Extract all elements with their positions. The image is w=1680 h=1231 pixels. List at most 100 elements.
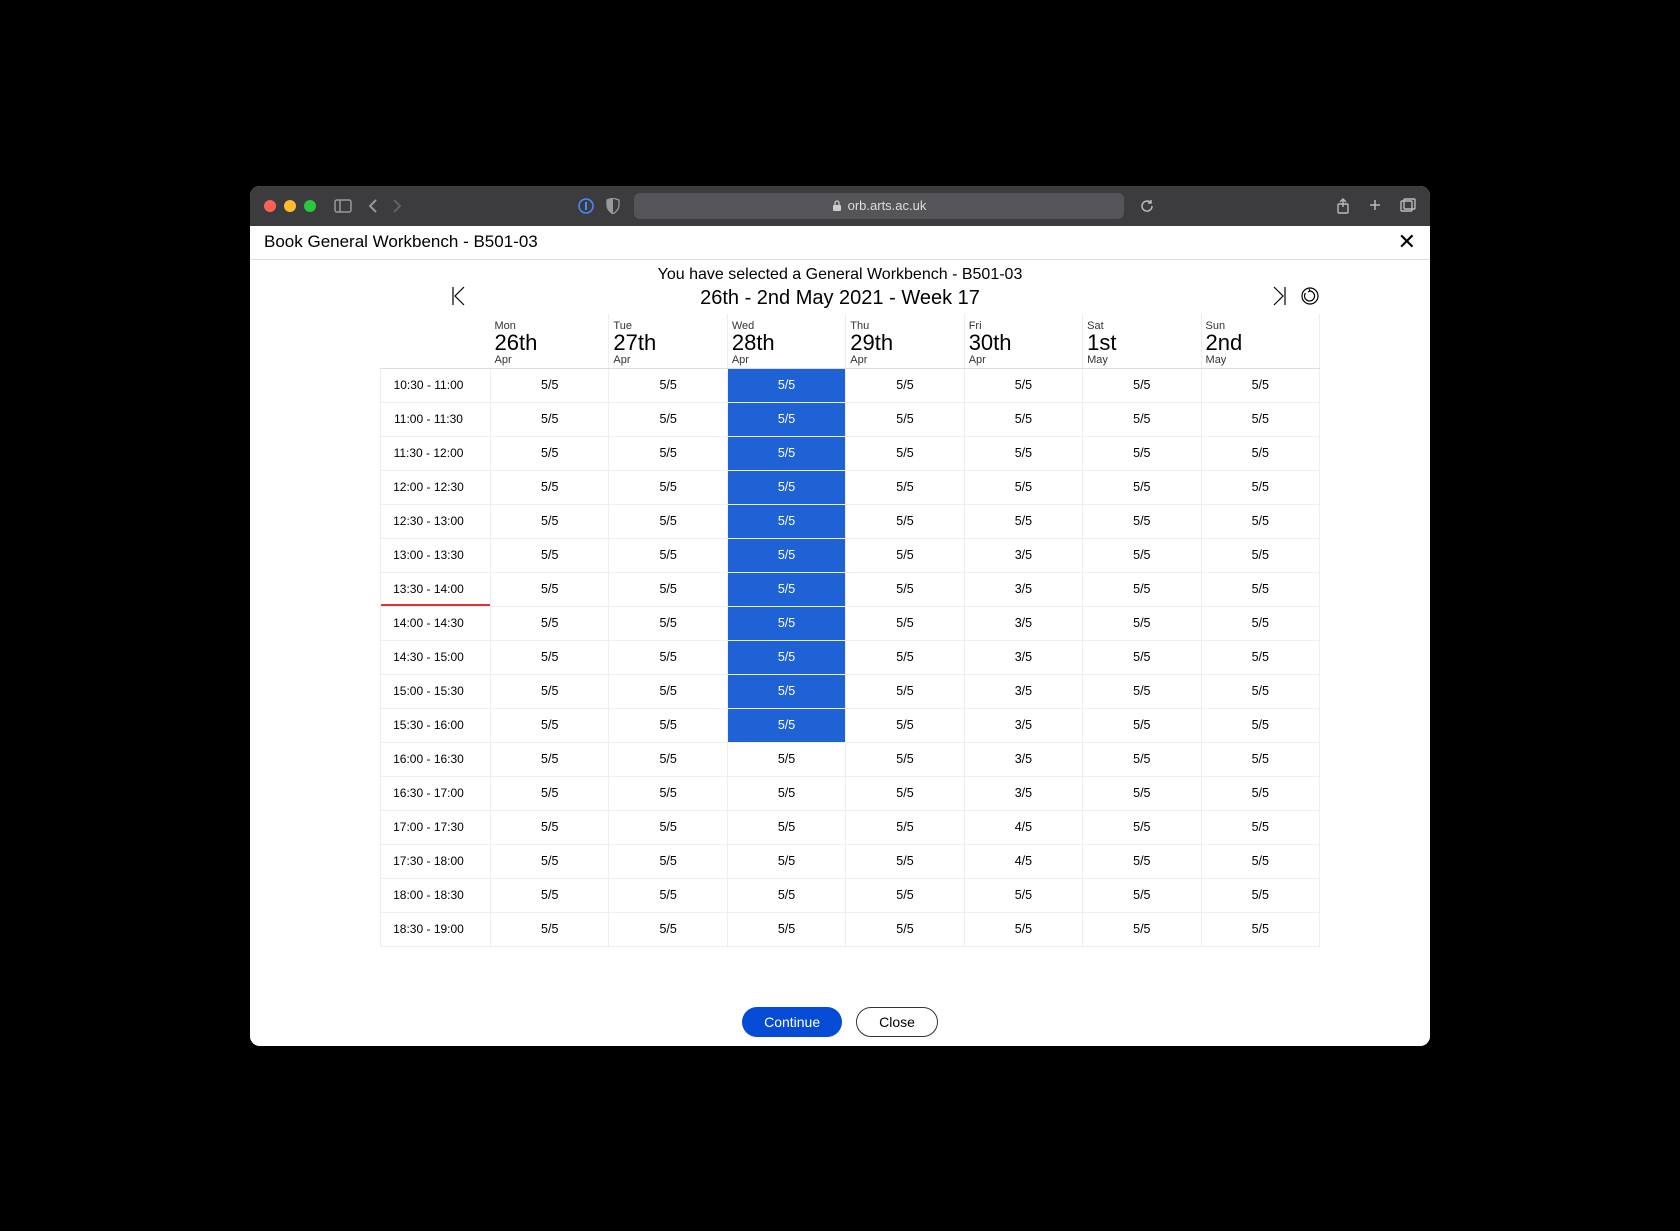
slot-cell[interactable]: 5/5 — [1083, 742, 1201, 776]
tabs-overview-icon[interactable] — [1400, 198, 1416, 214]
slot-cell[interactable]: 5/5 — [846, 844, 964, 878]
slot-cell[interactable]: 5/5 — [846, 538, 964, 572]
slot-cell[interactable]: 5/5 — [727, 844, 845, 878]
slot-cell[interactable]: 5/5 — [491, 538, 609, 572]
back-icon[interactable] — [368, 199, 378, 213]
slot-cell[interactable]: 5/5 — [1201, 436, 1319, 470]
slot-cell[interactable]: 5/5 — [1083, 810, 1201, 844]
slot-cell[interactable]: 5/5 — [609, 504, 727, 538]
slot-cell[interactable]: 5/5 — [1201, 844, 1319, 878]
slot-cell[interactable]: 5/5 — [846, 742, 964, 776]
slot-cell[interactable]: 5/5 — [846, 878, 964, 912]
slot-cell[interactable]: 5/5 — [491, 878, 609, 912]
slot-cell[interactable]: 5/5 — [609, 674, 727, 708]
slot-cell[interactable]: 5/5 — [1201, 606, 1319, 640]
slot-cell[interactable]: 5/5 — [491, 572, 609, 606]
slot-cell[interactable]: 5/5 — [491, 810, 609, 844]
slot-cell[interactable]: 5/5 — [846, 402, 964, 436]
slot-cell[interactable]: 5/5 — [1201, 674, 1319, 708]
slot-cell[interactable]: 5/5 — [846, 606, 964, 640]
refresh-icon[interactable] — [1300, 286, 1320, 311]
privacy-shield-icon[interactable] — [606, 198, 626, 214]
slot-cell[interactable]: 5/5 — [727, 640, 845, 674]
slot-cell[interactable]: 5/5 — [1201, 470, 1319, 504]
slot-cell[interactable]: 5/5 — [727, 810, 845, 844]
slot-cell[interactable]: 5/5 — [727, 606, 845, 640]
slot-cell[interactable]: 5/5 — [1083, 368, 1201, 402]
slot-cell[interactable]: 5/5 — [491, 606, 609, 640]
slot-cell[interactable]: 5/5 — [491, 436, 609, 470]
slot-cell[interactable]: 3/5 — [964, 572, 1082, 606]
maximize-window-icon[interactable] — [304, 200, 316, 212]
slot-cell[interactable]: 5/5 — [609, 436, 727, 470]
slot-cell[interactable]: 5/5 — [846, 470, 964, 504]
slot-cell[interactable]: 5/5 — [1201, 708, 1319, 742]
slot-cell[interactable]: 5/5 — [1083, 504, 1201, 538]
slot-cell[interactable]: 5/5 — [1201, 776, 1319, 810]
slot-cell[interactable]: 5/5 — [846, 776, 964, 810]
slot-cell[interactable]: 3/5 — [964, 708, 1082, 742]
slot-cell[interactable]: 5/5 — [609, 572, 727, 606]
slot-cell[interactable]: 5/5 — [964, 504, 1082, 538]
slot-cell[interactable]: 5/5 — [609, 742, 727, 776]
slot-cell[interactable]: 5/5 — [727, 912, 845, 946]
slot-cell[interactable]: 5/5 — [491, 402, 609, 436]
slot-cell[interactable]: 5/5 — [964, 436, 1082, 470]
slot-cell[interactable]: 5/5 — [1083, 708, 1201, 742]
slot-cell[interactable]: 5/5 — [491, 912, 609, 946]
new-tab-icon[interactable] — [1368, 198, 1382, 214]
slot-cell[interactable]: 5/5 — [846, 640, 964, 674]
slot-cell[interactable]: 5/5 — [1083, 436, 1201, 470]
slot-cell[interactable]: 5/5 — [964, 912, 1082, 946]
slot-cell[interactable]: 3/5 — [964, 742, 1082, 776]
slot-cell[interactable]: 5/5 — [1201, 504, 1319, 538]
slot-cell[interactable]: 5/5 — [609, 776, 727, 810]
slot-cell[interactable]: 5/5 — [1083, 878, 1201, 912]
slot-cell[interactable]: 5/5 — [1083, 776, 1201, 810]
close-button[interactable]: Close — [856, 1007, 938, 1037]
slot-cell[interactable]: 5/5 — [727, 674, 845, 708]
slot-cell[interactable]: 5/5 — [1201, 572, 1319, 606]
slot-cell[interactable]: 5/5 — [1201, 742, 1319, 776]
slot-cell[interactable]: 5/5 — [846, 572, 964, 606]
close-window-icon[interactable] — [264, 200, 276, 212]
slot-cell[interactable]: 5/5 — [1083, 844, 1201, 878]
slot-cell[interactable]: 5/5 — [491, 742, 609, 776]
slot-cell[interactable]: 5/5 — [846, 504, 964, 538]
slot-cell[interactable]: 5/5 — [1201, 640, 1319, 674]
slot-cell[interactable]: 5/5 — [727, 402, 845, 436]
slot-cell[interactable]: 5/5 — [964, 402, 1082, 436]
slot-cell[interactable]: 5/5 — [491, 640, 609, 674]
slot-cell[interactable]: 5/5 — [1201, 912, 1319, 946]
slot-cell[interactable]: 5/5 — [727, 470, 845, 504]
slot-cell[interactable]: 5/5 — [846, 810, 964, 844]
prev-week-icon[interactable] — [450, 285, 468, 312]
slot-cell[interactable]: 5/5 — [727, 742, 845, 776]
slot-cell[interactable]: 5/5 — [1083, 674, 1201, 708]
slot-cell[interactable]: 5/5 — [1083, 640, 1201, 674]
slot-cell[interactable]: 5/5 — [491, 708, 609, 742]
slot-cell[interactable]: 5/5 — [609, 640, 727, 674]
slot-cell[interactable]: 5/5 — [1083, 470, 1201, 504]
window-controls[interactable] — [264, 200, 316, 212]
reload-icon[interactable] — [1140, 199, 1160, 213]
slot-cell[interactable]: 5/5 — [609, 912, 727, 946]
slot-cell[interactable]: 5/5 — [609, 606, 727, 640]
slot-cell[interactable]: 5/5 — [846, 708, 964, 742]
continue-button[interactable]: Continue — [742, 1007, 842, 1037]
slot-cell[interactable]: 5/5 — [964, 878, 1082, 912]
slot-cell[interactable]: 5/5 — [1201, 878, 1319, 912]
slot-cell[interactable]: 5/5 — [609, 402, 727, 436]
slot-cell[interactable]: 5/5 — [491, 504, 609, 538]
sidebar-toggle-icon[interactable] — [334, 199, 354, 213]
slot-cell[interactable]: 5/5 — [727, 504, 845, 538]
slot-cell[interactable]: 5/5 — [1083, 538, 1201, 572]
slot-cell[interactable]: 5/5 — [609, 538, 727, 572]
slot-cell[interactable]: 5/5 — [1083, 402, 1201, 436]
slot-cell[interactable]: 5/5 — [609, 708, 727, 742]
slot-cell[interactable]: 4/5 — [964, 810, 1082, 844]
close-icon[interactable]: ✕ — [1398, 229, 1416, 255]
address-bar[interactable]: orb.arts.ac.uk — [634, 193, 1124, 219]
slot-cell[interactable]: 5/5 — [727, 368, 845, 402]
slot-cell[interactable]: 3/5 — [964, 640, 1082, 674]
